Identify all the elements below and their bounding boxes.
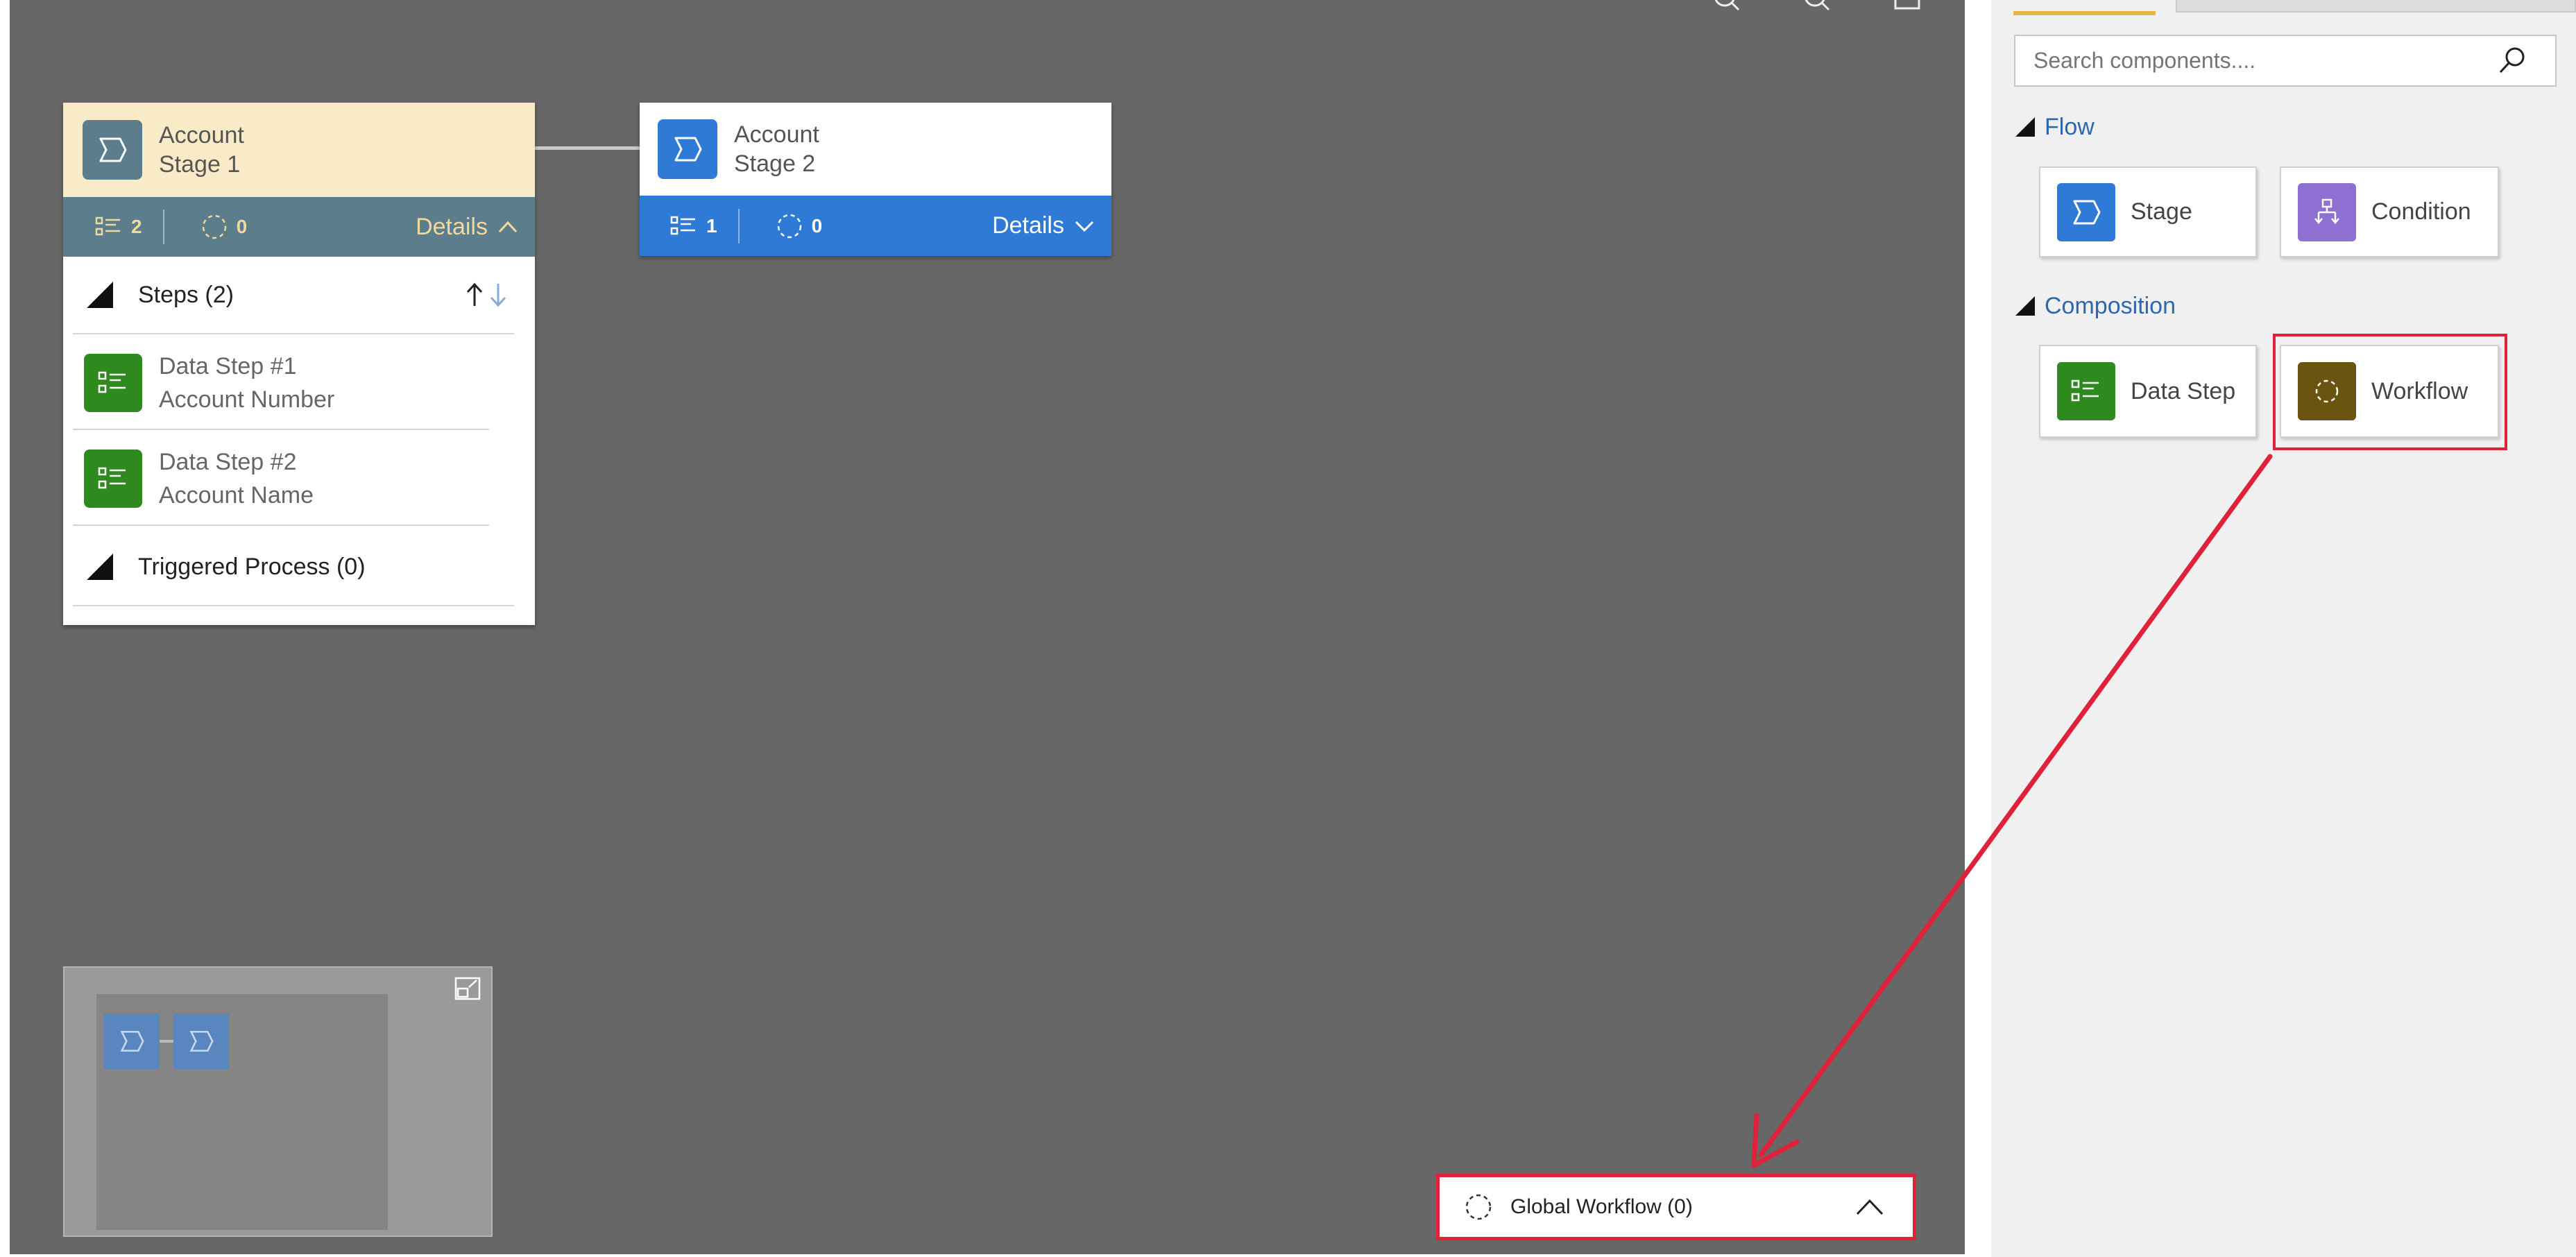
data-step-row-1[interactable]: Data Step #1 Account Number <box>63 336 535 430</box>
component-label: Stage <box>2131 198 2192 225</box>
collapse-triangle-icon[interactable] <box>2015 117 2035 137</box>
data-step-component[interactable]: Data Step <box>2039 345 2257 438</box>
zoom-out-icon[interactable] <box>1804 0 1832 11</box>
data-step-row-2[interactable]: Data Step #2 Account Name <box>63 431 535 526</box>
composition-section-header[interactable]: Composition <box>2015 289 2176 323</box>
composition-section-title: Composition <box>2045 292 2176 319</box>
stage-1-steps-count: 2 <box>131 216 142 237</box>
data-step-icon <box>2057 362 2115 420</box>
step-title: Data Step #2 <box>159 449 297 475</box>
stage-card-2[interactable]: Account Stage 2 1 0 Details <box>640 103 1111 256</box>
chevron-up-icon <box>498 221 518 233</box>
fit-to-screen-icon[interactable] <box>1893 0 1923 11</box>
divider <box>73 333 514 334</box>
stage-component[interactable]: Stage <box>2039 166 2257 257</box>
collapse-triangle-icon[interactable] <box>87 554 113 580</box>
sort-up-icon[interactable] <box>464 281 485 309</box>
condition-icon <box>2298 182 2356 241</box>
steps-count-icon <box>95 216 123 238</box>
stage-2-header[interactable]: Account Stage 2 <box>640 103 1111 196</box>
stage-2-details-toggle[interactable]: Details <box>992 212 1095 239</box>
data-step-icon <box>84 354 142 412</box>
stage-2-workflow-count: 0 <box>811 214 823 237</box>
chevron-down-icon <box>1075 221 1094 232</box>
component-label: Condition <box>2371 198 2471 225</box>
chevron-up-icon[interactable] <box>1854 1197 1885 1217</box>
stage-connector <box>534 146 640 150</box>
step-field: Account Number <box>159 386 335 413</box>
step-field: Account Name <box>159 482 314 508</box>
step-title: Data Step #1 <box>159 353 297 379</box>
component-label: Data Step <box>2131 377 2236 404</box>
details-label: Details <box>416 213 488 240</box>
zoom-in-icon[interactable] <box>1714 0 1741 11</box>
stage-icon <box>2057 182 2115 241</box>
minimap-stage-2 <box>173 1014 229 1069</box>
search-input[interactable] <box>2032 47 2479 74</box>
steps-section-header[interactable]: Steps (2) <box>63 257 535 333</box>
divider <box>73 524 489 526</box>
workflow-count-icon <box>201 213 228 241</box>
minimap-stage-1 <box>104 1014 160 1069</box>
global-workflow-bar[interactable]: Global Workflow (0) <box>1436 1174 1916 1240</box>
minimap-toggle-icon[interactable] <box>454 976 481 1001</box>
stage-1-workflow-count: 0 <box>236 216 248 237</box>
stage-1-entity: Account <box>159 122 244 148</box>
stage-1-summary-bar: 2 0 Details <box>63 197 535 257</box>
search-icon[interactable] <box>2497 46 2527 76</box>
stage-2-entity: Account <box>734 121 819 148</box>
stage-2-name: Stage 2 <box>734 151 816 177</box>
collapse-triangle-icon[interactable] <box>2015 296 2035 316</box>
workflow-icon <box>1463 1192 1494 1222</box>
search-components-box[interactable] <box>2014 35 2557 87</box>
sort-down-icon[interactable] <box>488 281 509 309</box>
stage-1-name: Stage 1 <box>159 151 241 178</box>
flow-section-title: Flow <box>2045 113 2095 140</box>
workflow-icon <box>2298 362 2356 420</box>
stage-2-summary-bar: 1 0 Details <box>640 196 1111 256</box>
global-workflow-label: Global Workflow (0) <box>1510 1195 1693 1218</box>
divider <box>73 429 489 430</box>
stage-card-1[interactable]: Account Stage 1 2 0 Details Steps (2) Da… <box>63 103 535 625</box>
panel-divider <box>1965 0 1991 1257</box>
steps-header-label: Steps (2) <box>138 281 234 308</box>
steps-count-icon <box>670 215 698 237</box>
stage-2-steps-count: 1 <box>706 214 717 237</box>
condition-component[interactable]: Condition <box>2280 166 2499 257</box>
stage-icon <box>658 119 717 179</box>
minimap-connector <box>160 1040 173 1043</box>
details-label: Details <box>992 212 1064 239</box>
flow-section-header[interactable]: Flow <box>2015 110 2095 144</box>
tab-properties[interactable] <box>2176 0 2576 12</box>
stage-1-details-toggle[interactable]: Details <box>416 214 518 241</box>
component-label: Workflow <box>2371 377 2468 404</box>
minimap[interactable] <box>63 966 493 1237</box>
tab-components[interactable] <box>2013 0 2156 15</box>
data-step-icon <box>84 450 142 508</box>
workflow-count-icon <box>776 212 803 240</box>
stage-icon <box>83 120 142 180</box>
stage-1-header[interactable]: Account Stage 1 <box>63 103 535 197</box>
collapse-triangle-icon[interactable] <box>87 282 113 308</box>
divider <box>73 605 514 606</box>
triggered-process-header[interactable]: Triggered Process (0) <box>63 527 535 606</box>
triggered-process-label: Triggered Process (0) <box>138 553 366 580</box>
workflow-component[interactable]: Workflow <box>2280 345 2499 438</box>
